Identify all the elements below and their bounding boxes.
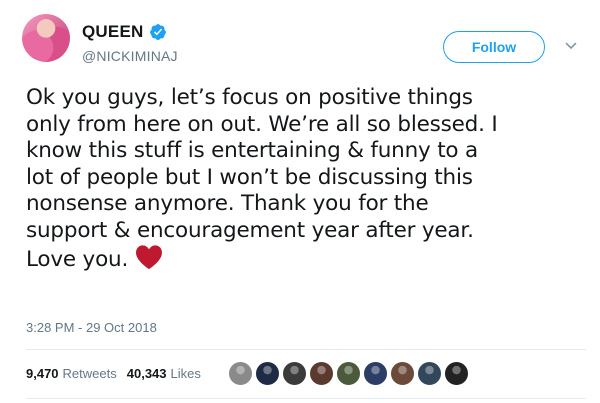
author-name-row: QUEEN	[82, 22, 167, 42]
retweets-label[interactable]: Retweets	[63, 366, 117, 381]
tweet-timestamp[interactable]: 3:28 PM - 29 Oct 2018	[26, 320, 157, 335]
follow-button[interactable]: Follow	[443, 31, 545, 63]
liker-avatar-2[interactable]	[255, 361, 280, 386]
red-heart-icon	[136, 245, 163, 270]
tweet-text-line: nonsense anymore. Thank you for the	[26, 191, 429, 216]
author-display-name[interactable]: QUEEN	[82, 22, 143, 42]
tweet-text-line: support & encouragement year after year.	[26, 217, 474, 243]
tweet-text-line: know this stuff is entertaining & funny …	[26, 138, 478, 163]
engagement-stats: 9,470 Retweets 40,343 Likes	[26, 366, 211, 381]
chevron-down-icon[interactable]	[565, 40, 577, 52]
tweet-text-line: Love you.	[26, 247, 129, 272]
tweet-text: Ok you guys, let’s focus on positive thi…	[26, 85, 586, 274]
liker-avatar-5[interactable]	[336, 361, 361, 386]
liker-avatar-1[interactable]	[228, 361, 253, 386]
liker-avatar-9[interactable]	[444, 361, 469, 386]
tweet-text-line: only from here on out. We’re all so bles…	[26, 111, 498, 137]
likes-count[interactable]: 40,343	[127, 366, 167, 381]
retweets-count[interactable]: 9,470	[26, 366, 59, 381]
liker-avatars	[228, 361, 471, 386]
verified-badge-icon	[150, 24, 167, 40]
tweet-card: QUEEN @NICKIMINAJ Follow Ok you guys, le…	[0, 0, 600, 403]
likes-label[interactable]: Likes	[171, 366, 201, 381]
author-avatar[interactable]	[22, 14, 70, 62]
liker-avatar-3[interactable]	[282, 361, 307, 386]
divider	[26, 349, 586, 350]
tweet-text-last-line: Love you.	[26, 244, 586, 274]
tweet-text-line: Ok you guys, let’s focus on positive thi…	[26, 85, 473, 110]
liker-avatar-6[interactable]	[363, 361, 388, 386]
tweet-text-line: lot of people but I won’t be discussing …	[26, 164, 473, 190]
liker-avatar-4[interactable]	[309, 361, 334, 386]
liker-avatar-7[interactable]	[390, 361, 415, 386]
author-handle[interactable]: @NICKIMINAJ	[82, 48, 178, 64]
divider	[26, 398, 586, 399]
liker-avatar-8[interactable]	[417, 361, 442, 386]
